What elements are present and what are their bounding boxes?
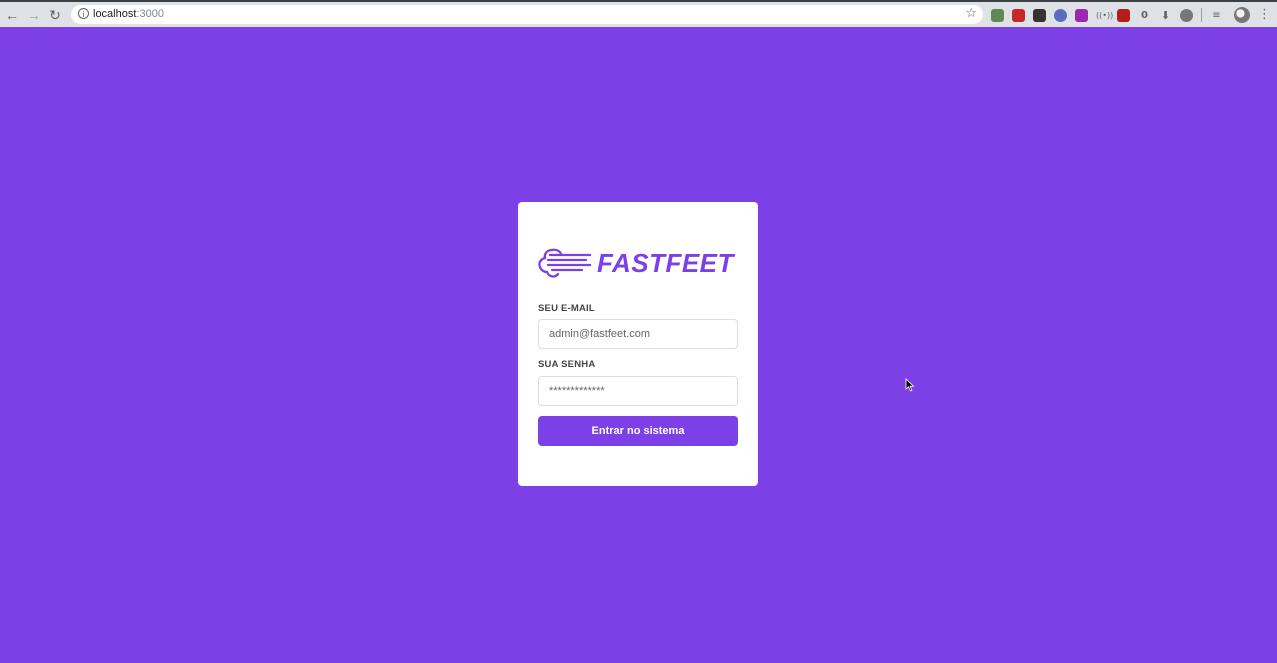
email-label: SEU E-MAIL [538, 303, 595, 314]
bookmark-star-icon[interactable]: ☆ [965, 6, 977, 21]
url-host: localhost [93, 8, 137, 20]
mouse-cursor-icon [905, 378, 915, 392]
extension-blue-icon[interactable] [1054, 8, 1067, 22]
address-bar[interactable]: i localhost:3000 ☆ [71, 5, 983, 24]
info-icon[interactable]: i [78, 8, 89, 19]
email-field[interactable] [538, 319, 738, 349]
url-text: localhost:3000 [93, 8, 164, 21]
extension-gear-icon[interactable] [1180, 8, 1193, 22]
login-card: FASTFEET SEU E-MAIL SUA SENHA Entrar no … [518, 202, 758, 486]
extension-grid-icon[interactable] [991, 8, 1004, 22]
password-field[interactable] [538, 376, 738, 406]
extension-zero-icon[interactable]: 0 [1138, 9, 1151, 22]
extension-red-icon[interactable] [1012, 8, 1025, 22]
password-label: SUA SENHA [538, 359, 596, 370]
extension-lock-icon[interactable] [1117, 8, 1130, 22]
extension-download-icon[interactable]: ⬇ [1159, 9, 1172, 22]
browser-toolbar: ← → ↻ i localhost:3000 ☆ ((•)) 0 ⬇ ≡ ⋮ [0, 0, 1277, 27]
reading-list-icon[interactable]: ≡ [1210, 9, 1223, 22]
forward-arrow-icon[interactable]: → [25, 6, 43, 24]
back-arrow-icon[interactable]: ← [3, 6, 21, 24]
toolbar-divider [1201, 8, 1202, 22]
fast-wind-icon [538, 248, 592, 278]
extension-purple-icon[interactable] [1075, 8, 1088, 22]
brand-logo: FASTFEET [538, 245, 738, 281]
extensions-area: ((•)) 0 ⬇ ≡ [991, 7, 1231, 23]
browser-menu-icon[interactable]: ⋮ [1258, 7, 1271, 23]
reload-icon[interactable]: ↻ [46, 6, 64, 24]
extension-dark-icon[interactable] [1033, 8, 1046, 22]
extension-broadcast-icon[interactable]: ((•)) [1096, 9, 1113, 22]
login-submit-button[interactable]: Entrar no sistema [538, 416, 738, 446]
url-port: :3000 [136, 8, 164, 20]
brand-name: FASTFEET [597, 248, 734, 278]
profile-avatar[interactable] [1234, 7, 1250, 23]
